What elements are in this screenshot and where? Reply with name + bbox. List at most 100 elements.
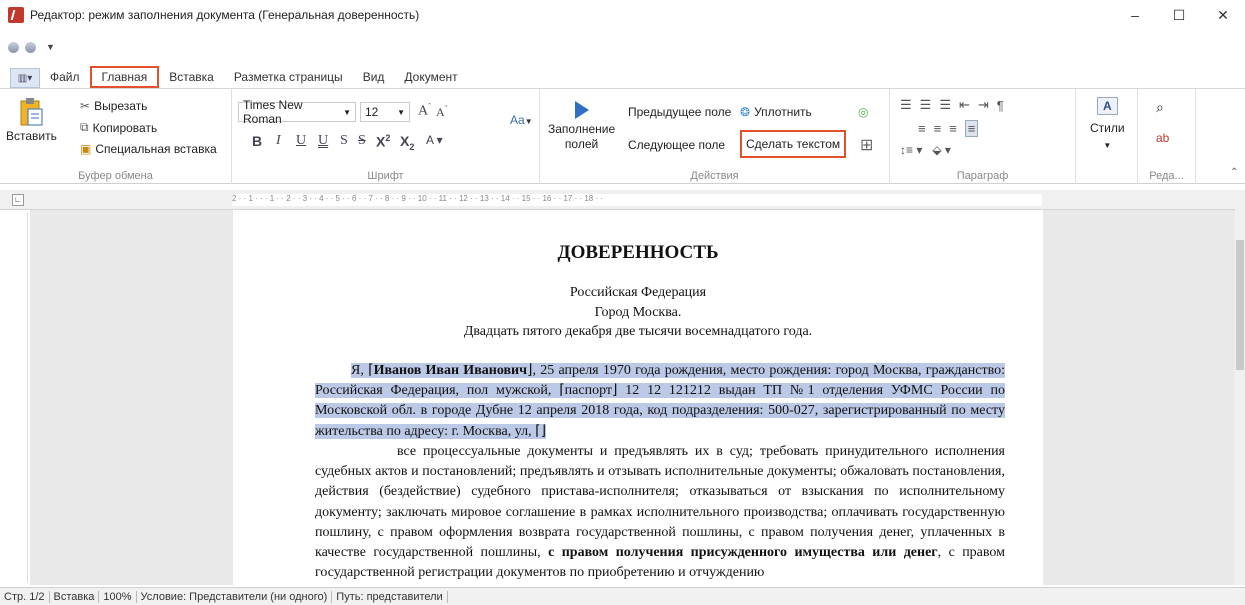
paragraph-2[interactable]: все процессуальные документы и предъявля… [315,442,1005,583]
tab-insert[interactable]: Вставка [159,66,224,88]
copy-button[interactable]: ⧉ Копировать [80,120,157,135]
cut-button[interactable]: ✂ Вырезать [80,99,147,113]
document-title: ДОВЕРЕННОСТЬ [557,242,719,263]
compact-button[interactable]: ❂ Уплотнить [740,105,812,119]
copy-icon: ⧉ [80,120,89,134]
customize-qat-icon[interactable]: ▼ [46,42,55,52]
justify-icon[interactable]: ≡ [964,120,979,137]
bullet-list-icon[interactable]: ☰ [900,97,912,113]
italic-button[interactable]: I [276,133,281,149]
double-strikethrough-button[interactable]: S [358,133,366,149]
undo-icon[interactable] [8,41,19,53]
vertical-ruler [14,212,28,582]
collapse-ribbon-icon[interactable]: ⌃ [1230,167,1238,178]
font-color-button[interactable]: A ▾ [426,133,443,147]
clipboard-group-label: Буфер обмена [78,170,153,182]
document-page[interactable]: ДОВЕРЕННОСТЬ Российская Федерация Город … [233,210,1043,585]
next-field-button[interactable]: Следующее поле [628,138,725,152]
tab-stop-selector[interactable]: ∟ [12,194,24,206]
actions-group: Заполнение полей Предыдущее поле ❂ Уплот… [540,89,890,184]
ruler-scale[interactable]: 2 · · 1 · · · 1 · · 2 · · 3 · · 4 · · 5 … [232,194,1042,206]
ribbon-tabs: ▥▾ Файл Главная Вставка Разметка страниц… [0,64,1245,88]
quick-access-toolbar: ▼ [0,38,55,56]
font-family-select[interactable]: Times New Roman ▼ [238,98,356,126]
numbered-list-icon[interactable]: ☰ [920,97,932,113]
grow-font-label: A [418,103,429,119]
chevron-down-icon: ▼ [343,107,351,117]
make-text-button[interactable]: Сделать текстом [740,130,847,158]
fill-fields-label-1: Заполнение [548,122,616,136]
header-line-2: Город Москва. [594,305,682,320]
app-menu-button[interactable]: ▥▾ [10,68,40,88]
paragraph-group: ☰ ☰ ☰ ⇤ ⇥ ¶ ≡ ≡ ≡ ≡ ↕≡ ▾ ⬙ ▾ Параграф [890,89,1076,184]
chevron-down-icon: ▼ [397,107,405,117]
p2-text: все процессуальные документы и предъявля… [315,444,1005,561]
font-size-select[interactable]: 12 ▼ [360,102,410,122]
underline-button[interactable]: U [296,133,306,149]
compact-icon: ❂ [740,105,751,119]
styles-button[interactable]: A Стили ▼ [1090,97,1125,150]
replace-icon[interactable]: ab [1156,131,1169,145]
subscript-button[interactable]: X2 [400,133,414,152]
increase-indent-icon[interactable]: ⇥ [978,97,989,113]
tab-home[interactable]: Главная [89,66,160,88]
find-icon[interactable]: ⌕ [1156,99,1164,116]
change-case-button[interactable]: Aa▼ [510,113,533,127]
font-group-label: Шрифт [367,170,404,182]
principal-name-field[interactable]: Иванов Иван Иванович [374,363,527,378]
editing-group-label: Реда... [1149,170,1184,182]
scroll-thumb[interactable] [1236,240,1244,370]
styles-group: A Стили ▼ [1076,89,1138,184]
align-center-icon[interactable]: ≡ [934,121,942,136]
redo-icon[interactable] [25,41,36,53]
maximize-button[interactable]: ☐ [1157,0,1201,30]
styles-icon: A [1096,97,1118,115]
prev-field-button[interactable]: Предыдущее поле [628,105,731,119]
actions-group-label: Действия [690,170,739,182]
tab-document[interactable]: Документ [394,66,467,88]
status-zoom[interactable]: 100% [99,590,137,603]
next-field-label: Следующее поле [628,138,726,152]
fill-fields-button[interactable]: Заполнение полей [548,99,615,151]
editing-group: ⌕ ab Реда... [1138,89,1196,184]
double-underline-button[interactable]: U [318,133,328,149]
minimize-button[interactable]: – [1113,0,1157,30]
superscript-button[interactable]: X2 [376,133,390,150]
paste-button[interactable]: Вставить [6,97,57,143]
status-path: Путь: представители [332,590,448,603]
decrease-indent-icon[interactable]: ⇤ [959,97,970,113]
tab-page-layout[interactable]: Разметка страницы [224,66,353,88]
status-page: Стр. 1/2 [0,590,50,603]
font-size-value: 12 [365,105,379,119]
shrink-font-button[interactable]: Aˇ [436,104,447,120]
paste-special-button[interactable]: ▣ Специальная вставка [80,142,217,156]
grow-font-button[interactable]: Aˆ [418,102,431,120]
status-mode[interactable]: Вставка [50,590,100,603]
insert-field-icon[interactable]: ⊞ [860,135,873,155]
tab-view[interactable]: Вид [353,66,395,88]
change-case-label: Aa [510,113,525,127]
paragraph-1[interactable]: Я, ⌈Иванов Иван Иванович⌋, 25 апреля 197… [315,361,1005,442]
paste-special-label: Специальная вставка [95,142,217,156]
multilevel-list-icon[interactable]: ☰ [939,97,951,113]
bold-button[interactable]: B [252,133,262,149]
pilcrow-icon[interactable]: ¶ [997,98,1004,113]
tab-file[interactable]: Файл [40,66,90,88]
styles-label: Стили [1090,121,1125,135]
align-left-icon[interactable]: ≡ [918,121,926,136]
shading-icon[interactable]: ⬙ ▾ [932,143,951,157]
signal-icon[interactable]: ◎ [858,105,868,119]
close-button[interactable]: ✕ [1201,0,1245,30]
line-spacing-icon[interactable]: ↕≡ ▾ [900,143,922,157]
font-group: Times New Roman ▼ 12 ▼ Aˆ Aˇ Aa▼ B I U U… [232,89,540,184]
scissors-icon: ✂ [80,99,91,113]
align-right-icon[interactable]: ≡ [949,121,957,136]
paste-special-icon: ▣ [80,142,92,156]
vertical-scrollbar[interactable] [1235,190,1245,585]
header-line-3: Двадцать пятого декабря две тысячи восем… [463,324,813,339]
compact-label: Уплотнить [754,105,812,119]
ribbon: Вставить ✂ Вырезать ⧉ Копировать ▣ Специ… [0,88,1245,184]
paste-icon [20,98,43,126]
strikethrough-button[interactable]: S [340,133,348,149]
p2-bold: с правом получения присужденного имущест… [548,545,938,561]
